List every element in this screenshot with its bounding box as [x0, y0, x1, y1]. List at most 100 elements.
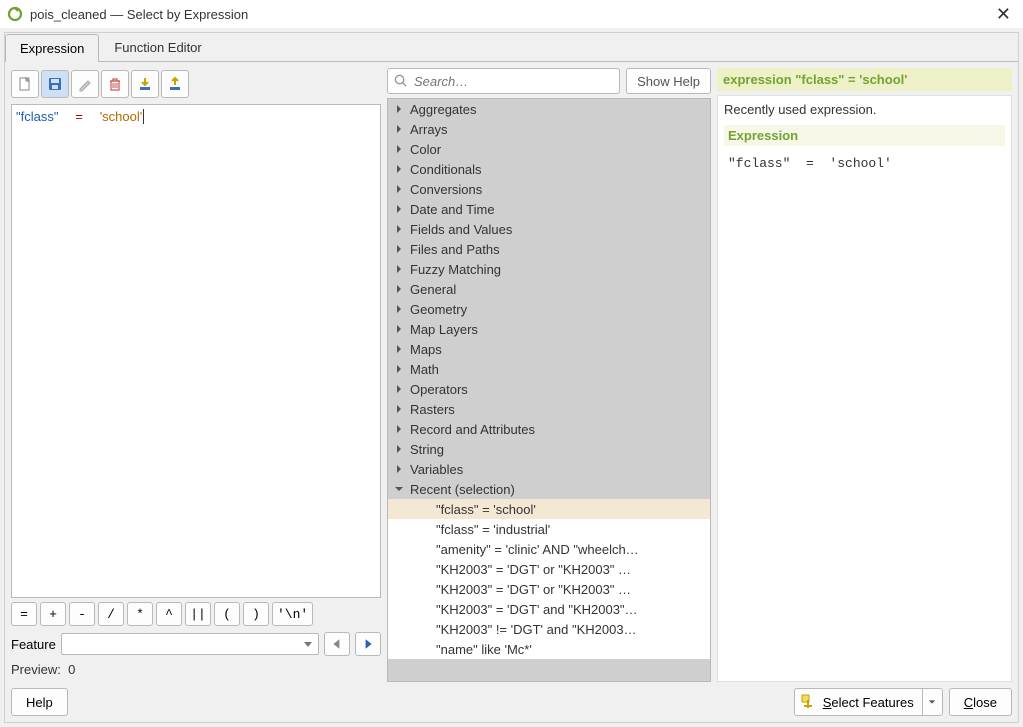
tree-group-label: Operators — [410, 382, 468, 397]
select-features-icon — [801, 694, 817, 710]
feature-combobox[interactable] — [61, 633, 319, 655]
window-title: pois_cleaned — Select by Expression — [30, 7, 990, 22]
chevron-right-icon — [394, 165, 404, 173]
tree-group-label: Geometry — [410, 302, 467, 317]
save-expression-button[interactable] — [41, 70, 69, 98]
function-search-row: Show Help — [387, 68, 711, 94]
tab-function-editor[interactable]: Function Editor — [99, 33, 216, 61]
help-expression-header: Expression — [724, 125, 1005, 146]
op-minus-button[interactable]: - — [69, 602, 95, 626]
feature-next-button[interactable] — [355, 632, 381, 656]
tree-group-label: General — [410, 282, 456, 297]
tree-group[interactable]: Geometry — [388, 299, 710, 319]
chevron-right-icon — [394, 125, 404, 133]
tree-group[interactable]: Conditionals — [388, 159, 710, 179]
operator-button-row: = + - / * ^ || ( ) '\n' — [11, 602, 381, 626]
feature-prev-button[interactable] — [324, 632, 350, 656]
tree-group[interactable]: General — [388, 279, 710, 299]
tree-group-label: Record and Attributes — [410, 422, 535, 437]
import-expression-button[interactable] — [131, 70, 159, 98]
chevron-right-icon — [394, 425, 404, 433]
select-features-button[interactable]: Select Features — [794, 688, 923, 716]
tree-group[interactable]: Arrays — [388, 119, 710, 139]
op-pow-button[interactable]: ^ — [156, 602, 182, 626]
op-mult-button[interactable]: * — [127, 602, 153, 626]
chevron-right-icon — [394, 225, 404, 233]
app-icon — [6, 5, 24, 23]
help-body: Recently used expression. Expression "fc… — [717, 95, 1012, 682]
tree-group[interactable]: Aggregates — [388, 99, 710, 119]
op-concat-button[interactable]: || — [185, 602, 211, 626]
close-button[interactable]: Close — [949, 688, 1012, 716]
tree-group-label: Math — [410, 362, 439, 377]
op-lparen-button[interactable]: ( — [214, 602, 240, 626]
op-eq-button[interactable]: = — [11, 602, 37, 626]
tree-recent-item[interactable]: "KH2003" = 'DGT' or "KH2003" … — [388, 559, 710, 579]
tree-recent-item[interactable]: "KH2003" != 'DGT' and "KH2003… — [388, 619, 710, 639]
tree-group[interactable]: Math — [388, 359, 710, 379]
function-tree[interactable]: AggregatesArraysColorConditionalsConvers… — [387, 98, 711, 682]
chevron-right-icon — [394, 345, 404, 353]
tree-recent-item-label: "KH2003" = 'DGT' or "KH2003" … — [436, 562, 631, 577]
tree-group[interactable]: Color — [388, 139, 710, 159]
chevron-right-icon — [394, 105, 404, 113]
new-expression-button[interactable] — [11, 70, 39, 98]
tree-recent-item[interactable]: "fclass" = 'school' — [388, 499, 710, 519]
edit-expression-button[interactable] — [71, 70, 99, 98]
chevron-right-icon — [394, 445, 404, 453]
tree-group-label: Variables — [410, 462, 463, 477]
help-title: expression "fclass" = 'school' — [717, 68, 1012, 91]
text-caret — [143, 109, 144, 124]
delete-expression-button[interactable] — [101, 70, 129, 98]
tree-group[interactable]: Conversions — [388, 179, 710, 199]
tree-group-label: Recent (selection) — [410, 482, 515, 497]
tree-recent-item-label: "KH2003" != 'DGT' and "KH2003… — [436, 622, 637, 637]
help-button[interactable]: Help — [11, 688, 68, 716]
tree-group[interactable]: Rasters — [388, 399, 710, 419]
chevron-down-icon — [928, 698, 936, 706]
tree-group[interactable]: Date and Time — [388, 199, 710, 219]
tree-group[interactable]: Record and Attributes — [388, 419, 710, 439]
tree-recent-item[interactable]: "KH2003" = 'DGT' or "KH2003" … — [388, 579, 710, 599]
tree-group[interactable]: Fields and Values — [388, 219, 710, 239]
chevron-right-icon — [394, 285, 404, 293]
tree-group[interactable]: Variables — [388, 459, 710, 479]
expression-toolbar — [11, 68, 381, 100]
tree-recent-item[interactable]: "fclass" = 'industrial' — [388, 519, 710, 539]
dialog-frame: Expression Function Editor — [4, 32, 1019, 723]
tree-recent-item[interactable]: "KH2003" = 'DGT' and "KH2003"… — [388, 599, 710, 619]
search-icon — [393, 73, 408, 88]
tree-group-label: Fields and Values — [410, 222, 512, 237]
tree-group[interactable]: Files and Paths — [388, 239, 710, 259]
preview-row: Preview: 0 — [11, 662, 381, 682]
op-rparen-button[interactable]: ) — [243, 602, 269, 626]
tree-group-label: Rasters — [410, 402, 455, 417]
tab-expression[interactable]: Expression — [5, 34, 99, 62]
select-features-dropdown[interactable] — [923, 688, 943, 716]
export-expression-button[interactable] — [161, 70, 189, 98]
tree-recent-item-label: "fclass" = 'industrial' — [436, 522, 550, 537]
op-newline-button[interactable]: '\n' — [272, 602, 313, 626]
chevron-down-icon — [394, 485, 404, 493]
tree-recent-item[interactable]: "name" like 'Mc*' — [388, 639, 710, 659]
function-tree-panel: Show Help AggregatesArraysColorCondition… — [387, 68, 711, 682]
tree-group[interactable]: Maps — [388, 339, 710, 359]
preview-value: 0 — [68, 662, 75, 677]
expression-editor[interactable]: "fclass" = 'school' — [11, 104, 381, 598]
help-panel: expression "fclass" = 'school' Recently … — [717, 68, 1012, 682]
tree-group[interactable]: Operators — [388, 379, 710, 399]
tree-group-label: Fuzzy Matching — [410, 262, 501, 277]
window-close-button[interactable]: ✕ — [990, 4, 1017, 25]
op-div-button[interactable]: / — [98, 602, 124, 626]
function-search-input[interactable] — [387, 68, 620, 94]
tree-recent-item[interactable]: "amenity" = 'clinic' AND "wheelch… — [388, 539, 710, 559]
tree-group-recent[interactable]: Recent (selection) — [388, 479, 710, 499]
title-bar: pois_cleaned — Select by Expression ✕ — [0, 0, 1023, 28]
tree-group[interactable]: String — [388, 439, 710, 459]
op-plus-button[interactable]: + — [40, 602, 66, 626]
tree-group[interactable]: Fuzzy Matching — [388, 259, 710, 279]
chevron-right-icon — [394, 465, 404, 473]
tree-group[interactable]: Map Layers — [388, 319, 710, 339]
chevron-right-icon — [394, 385, 404, 393]
show-help-button[interactable]: Show Help — [626, 68, 711, 94]
